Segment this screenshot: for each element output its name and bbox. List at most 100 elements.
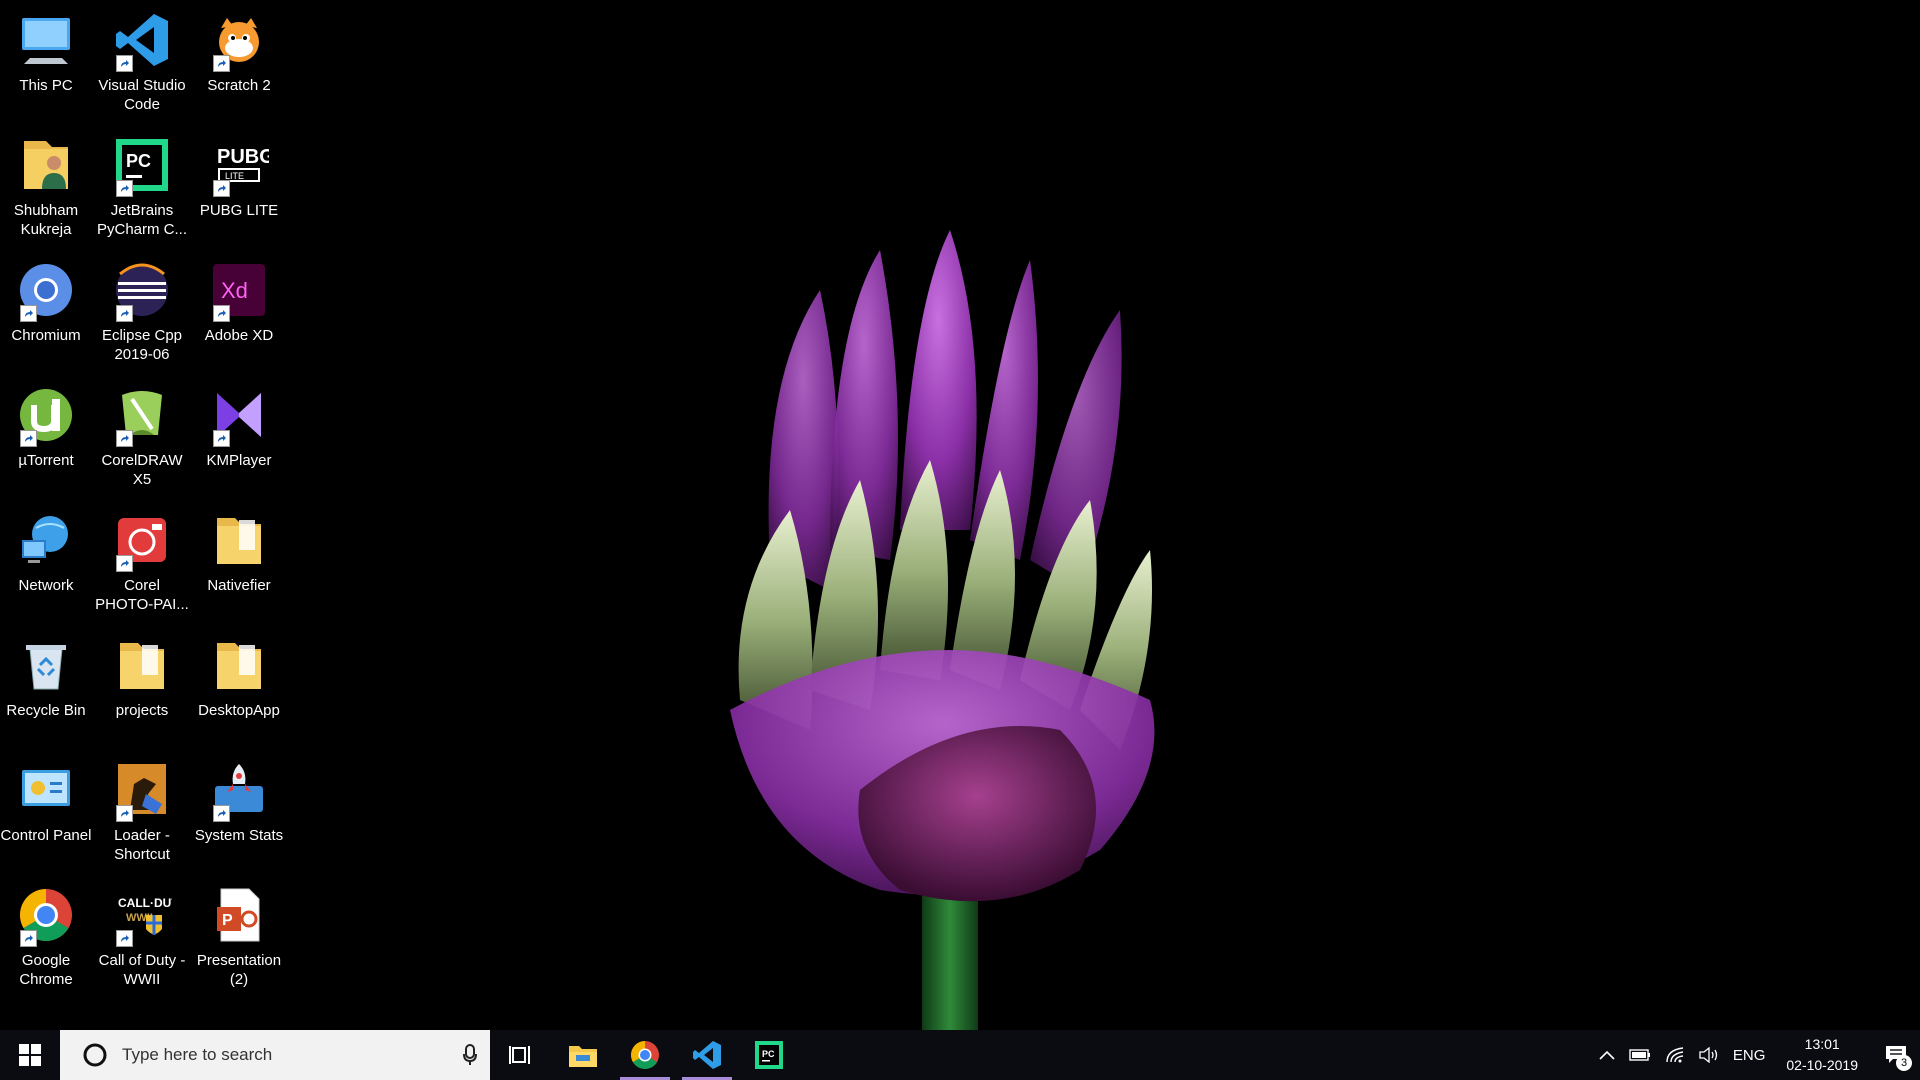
desktop-icon-label: Recycle Bin xyxy=(6,702,86,719)
svg-text:CALL·DUTY: CALL·DUTY xyxy=(118,896,172,910)
taskbar-google-chrome[interactable] xyxy=(614,1030,676,1080)
desktop-icon-loader-shortcut[interactable]: Loader - Shortcut xyxy=(96,750,188,868)
svg-text:PC: PC xyxy=(762,1049,775,1059)
clock-button[interactable]: 13:01 02-10-2019 xyxy=(1772,1034,1872,1076)
desktop-icon-label: Call of Duty - WWII xyxy=(98,952,186,988)
taskbar: Type here to search PC ENG 13:01 02-10-2… xyxy=(0,1030,1920,1080)
shortcut-arrow-icon xyxy=(213,430,230,447)
taskbar-visual-studio-code[interactable] xyxy=(676,1030,738,1080)
coreldraw-icon xyxy=(110,383,174,447)
desktop-icon-label: DesktopApp xyxy=(198,702,280,719)
desktop-icon-label: Shubham Kukreja xyxy=(13,202,79,238)
show-hidden-icons-button[interactable] xyxy=(1592,1030,1622,1080)
chrome-icon xyxy=(14,883,78,947)
pycharm-icon: PC xyxy=(110,133,174,197)
input-language-button[interactable]: ENG xyxy=(1726,1030,1773,1080)
shortcut-arrow-icon xyxy=(116,180,133,197)
shortcut-arrow-icon xyxy=(20,305,37,322)
desktop-icon-label: System Stats xyxy=(194,827,284,844)
file-explorer-icon xyxy=(569,1046,597,1067)
svg-text:PUBG: PUBG xyxy=(217,146,269,168)
chrome-icon xyxy=(631,1041,659,1069)
vscode-icon xyxy=(110,8,174,72)
scratch-icon xyxy=(207,8,271,72)
desktop-icon-nativefier[interactable]: Nativefier xyxy=(193,500,285,618)
desktop-icon-control-panel[interactable]: Control Panel xyxy=(0,750,92,868)
desktop-icon-scratch-2[interactable]: Scratch 2 xyxy=(193,0,285,118)
desktop-icon-adobe-xd[interactable]: Xd Adobe XD xyxy=(193,250,285,368)
chevron-up-icon xyxy=(1599,1050,1615,1060)
desktop-icon-call-of-duty-wwii[interactable]: CALL·DUTYWWII Call of Duty - WWII xyxy=(96,875,188,993)
desktop-icon-jetbrains-pycharm-c[interactable]: PC JetBrains PyCharm C... xyxy=(96,125,188,243)
start-button[interactable] xyxy=(0,1030,60,1080)
desktop-icon-google-chrome[interactable]: Google Chrome xyxy=(0,875,92,993)
shortcut-arrow-icon xyxy=(20,930,37,947)
desktop-icon-recycle-bin[interactable]: Recycle Bin xyxy=(0,625,92,743)
taskbar-task-view-button[interactable] xyxy=(490,1030,552,1080)
desktop-icon-label: Google Chrome xyxy=(19,952,73,988)
desktop-icon-label: Visual Studio Code xyxy=(98,77,186,113)
taskbar-pycharm[interactable]: PC xyxy=(738,1030,800,1080)
desktop[interactable]: This PC Visual Studio Code Scratch 2 Shubha… xyxy=(0,0,1920,1030)
vscode-icon xyxy=(693,1041,721,1069)
shortcut-arrow-icon xyxy=(116,930,133,947)
action-center-button[interactable]: 3 xyxy=(1872,1030,1920,1080)
desktop-icon-visual-studio-code[interactable]: Visual Studio Code xyxy=(96,0,188,118)
desktop-icon-network[interactable]: Network xyxy=(0,500,92,618)
pycharm-icon: PC xyxy=(755,1041,783,1069)
shortcut-arrow-icon xyxy=(213,805,230,822)
folder-icon xyxy=(207,633,271,697)
eclipse-icon xyxy=(110,258,174,322)
system-tray: ENG 13:01 02-10-2019 3 xyxy=(1592,1030,1920,1080)
loader-icon xyxy=(110,758,174,822)
clock-date: 02-10-2019 xyxy=(1786,1057,1858,1073)
desktop-icon-label: Nativefier xyxy=(207,577,271,594)
powerpoint-icon: P xyxy=(207,883,271,947)
wifi-icon xyxy=(1666,1047,1683,1063)
folder-icon xyxy=(207,508,271,572)
shortcut-arrow-icon xyxy=(116,55,133,72)
desktop-icon-label: Presentation (2) xyxy=(196,952,282,988)
this-pc-icon xyxy=(14,8,78,72)
desktop-icon-label: µTorrent xyxy=(18,452,74,469)
shortcut-arrow-icon xyxy=(213,305,230,322)
wallpaper-flower xyxy=(730,230,1155,1030)
desktop-icon-desktopapp[interactable]: DesktopApp xyxy=(193,625,285,743)
desktop-icon-eclipse-cpp-2019-06[interactable]: Eclipse Cpp 2019-06 xyxy=(96,250,188,368)
shortcut-arrow-icon xyxy=(116,305,133,322)
desktop-icon-kmplayer[interactable]: KMPlayer xyxy=(193,375,285,493)
taskbar-file-explorer[interactable] xyxy=(552,1030,614,1080)
desktop-icon-label: JetBrains PyCharm C... xyxy=(96,202,187,238)
system-stats-icon xyxy=(207,758,271,822)
task-view-icon xyxy=(509,1046,530,1064)
desktop-icon-shubham-kukreja[interactable]: Shubham Kukreja xyxy=(0,125,92,243)
battery-icon xyxy=(1629,1049,1650,1061)
taskbar-search-box[interactable]: Type here to search xyxy=(60,1030,490,1080)
desktop-icon-label: Network xyxy=(18,577,74,594)
folder-icon xyxy=(110,633,174,697)
network-button[interactable] xyxy=(1658,1030,1692,1080)
desktop-icon-torrent[interactable]: µTorrent xyxy=(0,375,92,493)
microphone-icon[interactable] xyxy=(450,1044,490,1066)
desktop-icon-label: Chromium xyxy=(11,327,81,344)
shortcut-arrow-icon xyxy=(213,180,230,197)
desktop-icon-this-pc[interactable]: This PC xyxy=(0,0,92,118)
desktop-icon-system-stats[interactable]: System Stats xyxy=(193,750,285,868)
desktop-icon-pubg-lite[interactable]: PUBG LITE PUBG LITE xyxy=(193,125,285,243)
desktop-icon-coreldraw-x5[interactable]: CorelDRAW X5 xyxy=(96,375,188,493)
desktop-icon-label: PUBG LITE xyxy=(199,202,279,219)
desktop-icon-projects[interactable]: projects xyxy=(96,625,188,743)
shortcut-arrow-icon xyxy=(20,430,37,447)
desktop-icon-presentation-2[interactable]: P Presentation (2) xyxy=(193,875,285,993)
desktop-icon-corel-photo-pai[interactable]: Corel PHOTO-PAI... xyxy=(95,500,189,618)
volume-button[interactable] xyxy=(1692,1030,1726,1080)
search-placeholder: Type here to search xyxy=(122,1045,273,1064)
desktop-icon-label: projects xyxy=(115,702,169,719)
desktop-icon-label: Eclipse Cpp 2019-06 xyxy=(101,327,183,363)
network-icon xyxy=(14,508,78,572)
pubg-icon: PUBG LITE xyxy=(207,133,271,197)
desktop-icon-chromium[interactable]: Chromium xyxy=(0,250,92,368)
svg-text:PC: PC xyxy=(126,151,151,171)
control-panel-icon xyxy=(14,758,78,822)
battery-button[interactable] xyxy=(1622,1030,1658,1080)
